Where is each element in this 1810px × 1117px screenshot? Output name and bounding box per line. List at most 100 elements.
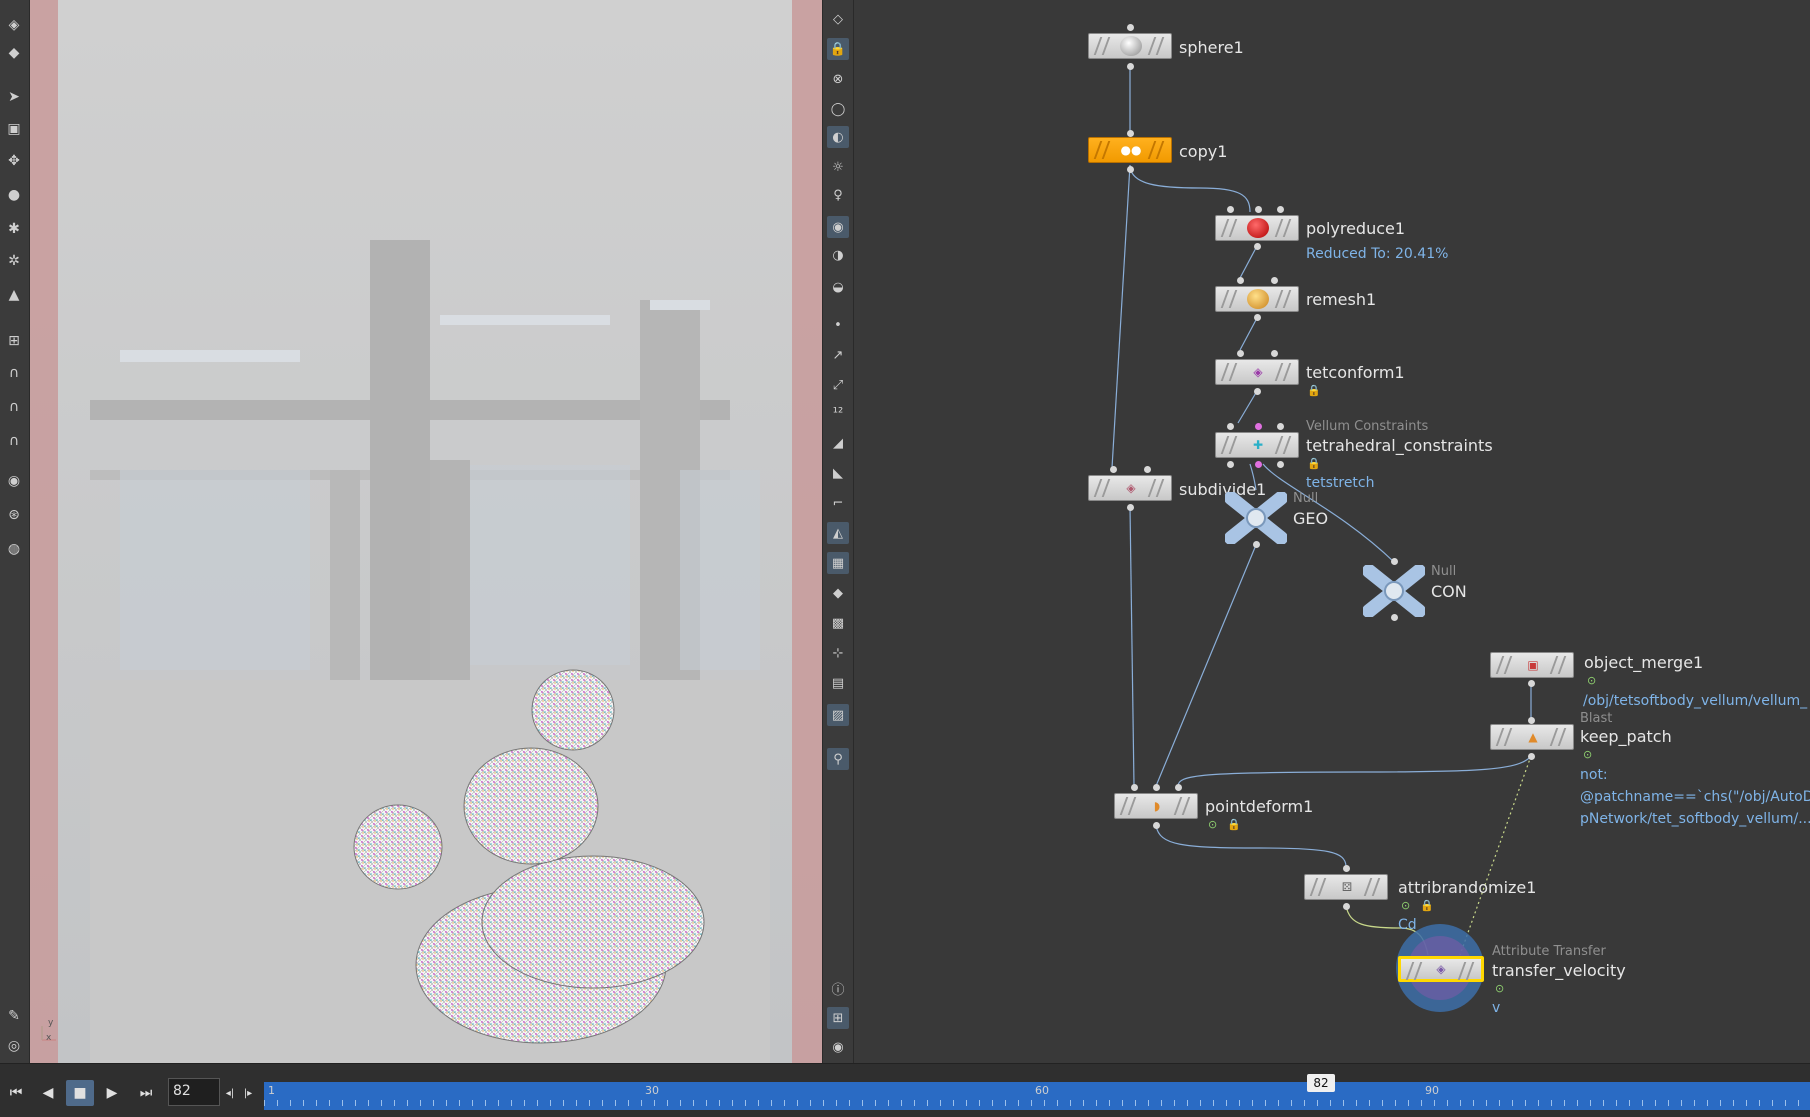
render-icon[interactable]: ⊛: [3, 504, 25, 526]
wireframe-icon[interactable]: ◯: [827, 98, 849, 120]
transform-icon[interactable]: ✥: [3, 150, 25, 172]
node-polyreduce1[interactable]: [1215, 215, 1299, 241]
current-frame-marker[interactable]: 82: [1307, 1074, 1335, 1092]
display-flag-icon[interactable]: ⊙: [1583, 748, 1592, 761]
magnet-red-icon[interactable]: ∩: [3, 430, 25, 452]
port-constraints-out-1[interactable]: [1227, 461, 1234, 468]
port-subdivide1-in-1[interactable]: [1110, 466, 1117, 473]
step-key-back-icon[interactable]: ◂|: [222, 1080, 238, 1106]
port-attribrandomize1-in[interactable]: [1343, 865, 1350, 872]
port-tetconform1-in-2[interactable]: [1271, 350, 1278, 357]
pose-icon[interactable]: ▲: [3, 284, 25, 306]
port-constraints-in-2[interactable]: [1255, 423, 1262, 430]
headlight-icon[interactable]: ◐: [827, 126, 849, 148]
view-eye-icon[interactable]: ◉: [827, 1036, 849, 1058]
port-pointdeform1-in-3[interactable]: [1175, 784, 1182, 791]
jump-start-button[interactable]: ⏮: [2, 1080, 30, 1106]
checker-icon[interactable]: ▦: [827, 552, 849, 574]
port-remesh1-in-2[interactable]: [1271, 277, 1278, 284]
ghost-icon[interactable]: ⊗: [827, 68, 849, 90]
view-cam-icon[interactable]: ◒: [827, 276, 849, 298]
port-subdivide1-out[interactable]: [1127, 504, 1134, 511]
node-pointdeform1[interactable]: ◗: [1114, 793, 1198, 819]
port-polyreduce1-out[interactable]: [1254, 243, 1261, 250]
node-tetrahedral-constraints[interactable]: ✚: [1215, 432, 1299, 458]
prim-icon[interactable]: ◢: [827, 432, 849, 454]
eye-icon[interactable]: ◑: [827, 244, 849, 266]
node-geo[interactable]: [1225, 492, 1287, 544]
bulb-icon[interactable]: ☼: [827, 156, 849, 178]
node-object-merge1[interactable]: ▣: [1490, 652, 1574, 678]
port-copy1-in[interactable]: [1127, 130, 1134, 137]
select-arrow-icon[interactable]: ➤: [3, 86, 25, 108]
lock-icon[interactable]: 🔒: [1227, 818, 1241, 831]
light-icon[interactable]: ◍: [3, 538, 25, 560]
camera-icon[interactable]: ◉: [3, 470, 25, 492]
lock-select-icon[interactable]: ▣: [3, 118, 25, 140]
rotate-icon[interactable]: ●: [3, 184, 25, 206]
brush-icon[interactable]: ✎: [3, 1005, 25, 1027]
normal-icon[interactable]: ↗: [827, 344, 849, 366]
layout-icon[interactable]: ⊞: [827, 1007, 849, 1029]
map-icon[interactable]: ▩: [827, 612, 849, 634]
node-con[interactable]: [1363, 565, 1425, 617]
display-icon[interactable]: ◆: [3, 42, 25, 64]
handle-icon[interactable]: ✲: [3, 250, 25, 272]
port-pointdeform1-in-2[interactable]: [1153, 784, 1160, 791]
node-sphere1[interactable]: [1088, 33, 1172, 59]
scene-viewport[interactable]: x y: [30, 0, 822, 1063]
display-flag-icon[interactable]: ⊙: [1401, 899, 1410, 912]
pin-icon[interactable]: ⚲: [827, 748, 849, 770]
lock-camera-icon[interactable]: 🔒: [827, 38, 849, 60]
node-tetconform1[interactable]: ◈: [1215, 359, 1299, 385]
node-keep-patch[interactable]: ▲: [1490, 724, 1574, 750]
step-back-button[interactable]: ◀: [34, 1080, 62, 1106]
port-keep-patch-in[interactable]: [1528, 717, 1535, 724]
frame-field[interactable]: 82: [168, 1078, 220, 1106]
grid-icon[interactable]: ⊞: [3, 330, 25, 352]
port-sphere1-out[interactable]: [1127, 63, 1134, 70]
port-constraints-out-2[interactable]: [1255, 461, 1262, 468]
edge-icon[interactable]: ⌐: [827, 492, 849, 514]
step-key-forward-icon[interactable]: |▸: [240, 1080, 256, 1106]
node-transfer-velocity[interactable]: ◈: [1398, 956, 1484, 982]
port-remesh1-out[interactable]: [1254, 314, 1261, 321]
jump-end-button[interactable]: ⏭: [132, 1080, 160, 1106]
port-con-in[interactable]: [1391, 558, 1398, 565]
lock-icon[interactable]: 🔒: [1307, 384, 1321, 397]
port-tetconform1-out[interactable]: [1254, 388, 1261, 395]
port-copy1-out[interactable]: [1127, 166, 1134, 173]
prim-number-icon[interactable]: ◣: [827, 462, 849, 484]
viewport-options-icon[interactable]: ◎: [3, 1035, 25, 1057]
node-remesh1[interactable]: [1215, 286, 1299, 312]
port-constraints-out-3[interactable]: [1277, 461, 1284, 468]
port-polyreduce1-in-1[interactable]: [1227, 206, 1234, 213]
magnet-curve-icon[interactable]: ∩: [3, 396, 25, 418]
port-subdivide1-in-2[interactable]: [1144, 466, 1151, 473]
joint-icon[interactable]: ⊹: [827, 642, 849, 664]
port-attribrandomize1-out[interactable]: [1343, 903, 1350, 910]
port-remesh1-in-1[interactable]: [1237, 277, 1244, 284]
display-flag-icon[interactable]: ⊙: [1587, 674, 1596, 687]
uv-icon[interactable]: ◆: [827, 582, 849, 604]
node-copy1[interactable]: ●●: [1088, 137, 1172, 163]
vertex-icon[interactable]: ◭: [827, 522, 849, 544]
display-flag-icon[interactable]: ⊙: [1208, 818, 1217, 831]
port-pointdeform1-out[interactable]: [1153, 822, 1160, 829]
port-con-out[interactable]: [1391, 614, 1398, 621]
port-constraints-in-1[interactable]: [1227, 423, 1234, 430]
node-subdivide1[interactable]: ◈: [1088, 475, 1172, 501]
node-attribrandomize1[interactable]: ⚄: [1304, 874, 1388, 900]
scale-icon[interactable]: ✱: [3, 218, 25, 240]
info-icon[interactable]: ⓘ: [827, 977, 849, 999]
port-object-merge1-out[interactable]: [1528, 680, 1535, 687]
port-polyreduce1-in-3[interactable]: [1277, 206, 1284, 213]
point-icon[interactable]: •: [827, 314, 849, 336]
port-polyreduce1-in-2[interactable]: [1255, 206, 1262, 213]
point-number-icon[interactable]: ¹²: [827, 402, 849, 424]
port-pointdeform1-in-1[interactable]: [1131, 784, 1138, 791]
background-image-icon[interactable]: ▨: [827, 704, 849, 726]
lock-icon[interactable]: 🔒: [1420, 899, 1434, 912]
camera-view-icon[interactable]: ◉: [827, 216, 849, 238]
stop-button[interactable]: ■: [66, 1080, 94, 1106]
